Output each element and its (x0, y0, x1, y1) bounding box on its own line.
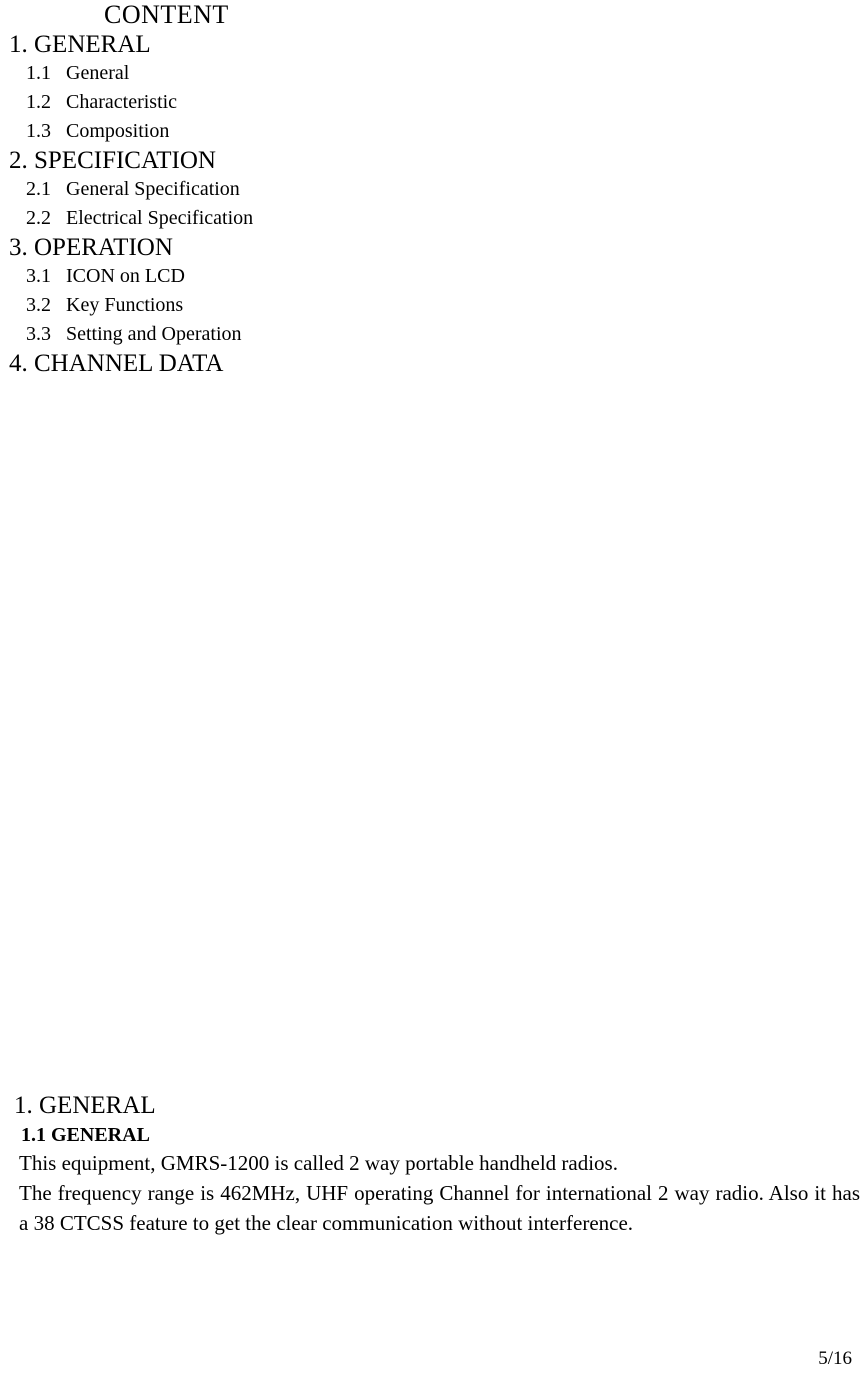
toc-entry[interactable]: 4. CHANNEL DATA (0, 349, 864, 378)
toc-entry-label: GENERAL (34, 31, 151, 58)
table-of-contents: CONTENT 1. GENERAL 1.1 General 1.2 Chara… (0, 0, 864, 378)
toc-entry-number: 3.1 (26, 265, 51, 287)
toc-entry-list: 1. GENERAL 1.1 General 1.2 Characteristi… (0, 30, 864, 378)
paragraph-body: The frequency range is 462MHz, UHF opera… (19, 1181, 860, 1235)
toc-entry[interactable]: 2.2 Electrical Specification (0, 204, 864, 233)
section-general: 1. GENERAL 1.1 GENERAL This equipment, G… (0, 1090, 864, 1238)
document-page: CONTENT 1. GENERAL 1.1 General 1.2 Chara… (0, 0, 864, 1385)
toc-entry-number: 3.3 (26, 323, 51, 345)
toc-entry-number: 2.2 (26, 207, 51, 229)
toc-entry-label: CHANNEL DATA (34, 350, 224, 377)
toc-entry-label: Composition (66, 120, 170, 142)
toc-entry-number: 1.2 (26, 91, 51, 113)
toc-entry-label: Setting and Operation (66, 323, 242, 345)
paragraph-first-line: This equipment, GMRS-1200 is called 2 wa… (19, 1151, 618, 1175)
toc-entry-label: General Specification (66, 178, 240, 200)
toc-entry-number: 2. (9, 147, 28, 174)
toc-entry-number: 3. (9, 234, 28, 261)
page-number: 5/16 (818, 1348, 852, 1369)
toc-entry[interactable]: 2. SPECIFICATION (0, 146, 864, 175)
toc-entry-label: General (66, 62, 130, 84)
toc-entry-number: 1.1 (26, 62, 51, 84)
toc-entry[interactable]: 1.1 General (0, 59, 864, 88)
toc-entry-label: Key Functions (66, 294, 184, 316)
toc-entry-number: 1.3 (26, 120, 51, 142)
toc-entry-number: 3.2 (26, 294, 51, 316)
toc-entry-number: 1. (9, 31, 28, 58)
toc-entry-number: 4. (9, 350, 28, 377)
toc-entry[interactable]: 3.1 ICON on LCD (0, 262, 864, 291)
toc-entry[interactable]: 3. OPERATION (0, 233, 864, 262)
toc-entry[interactable]: 2.1 General Specification (0, 175, 864, 204)
toc-entry-label: OPERATION (34, 234, 173, 261)
page-footer: 5/16 (0, 1348, 864, 1370)
toc-entry[interactable]: 1.3 Composition (0, 117, 864, 146)
toc-entry-label: ICON on LCD (66, 265, 185, 287)
toc-entry-label: Characteristic (66, 91, 178, 113)
section-heading: 1. GENERAL (14, 1092, 156, 1119)
toc-entry-number: 2.1 (26, 178, 51, 200)
toc-entry-label: SPECIFICATION (34, 147, 216, 174)
toc-entry[interactable]: 1.2 Characteristic (0, 88, 864, 117)
toc-title: CONTENT (104, 0, 229, 29)
toc-entry[interactable]: 3.2 Key Functions (0, 291, 864, 320)
subsection-heading: 1.1 GENERAL (21, 1124, 150, 1146)
toc-entry-label: Electrical Specification (66, 207, 254, 229)
toc-entry[interactable]: 3.3 Setting and Operation (0, 320, 864, 349)
toc-entry[interactable]: 1. GENERAL (0, 30, 864, 59)
